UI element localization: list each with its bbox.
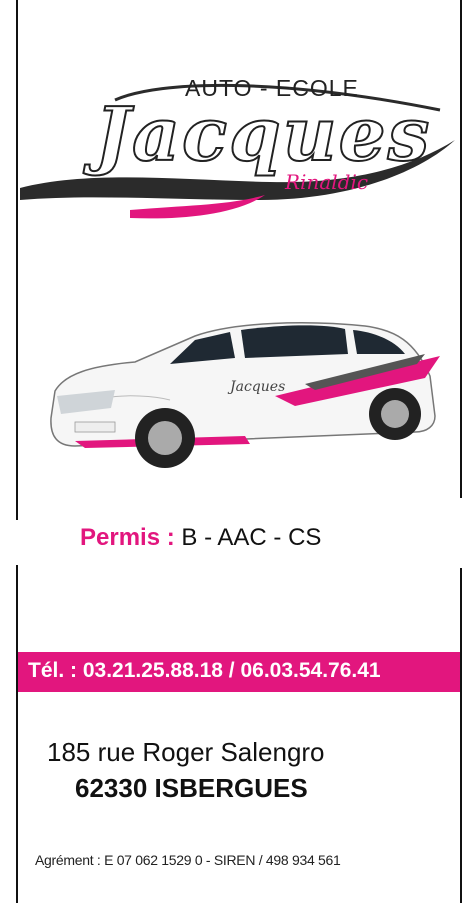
permis-label: Permis : bbox=[80, 524, 175, 551]
car-image: Jacques bbox=[50, 322, 440, 468]
permis-value: B - AAC - CS bbox=[174, 524, 322, 551]
border-gap-right bbox=[460, 498, 470, 568]
phone-numbers[interactable]: Tél. : 03.21.25.88.18 / 06.03.54.76.41 bbox=[28, 659, 381, 683]
agrement-siren: Agrément : E 07 062 1529 0 - SIREN / 498… bbox=[35, 852, 341, 868]
address-city: 62330 ISBERGUES bbox=[75, 773, 308, 803]
permis-line: Permis : B - AAC - CS bbox=[80, 524, 321, 552]
address-street: 185 rue Roger Salengro bbox=[47, 737, 325, 767]
logo-sub-name: Rinaldic bbox=[285, 170, 369, 194]
card-border-right bbox=[460, 0, 462, 903]
car-door-logo: Jacques bbox=[227, 379, 285, 395]
logo-script-name: Jacques bbox=[94, 91, 432, 179]
card-border-left bbox=[16, 0, 18, 903]
